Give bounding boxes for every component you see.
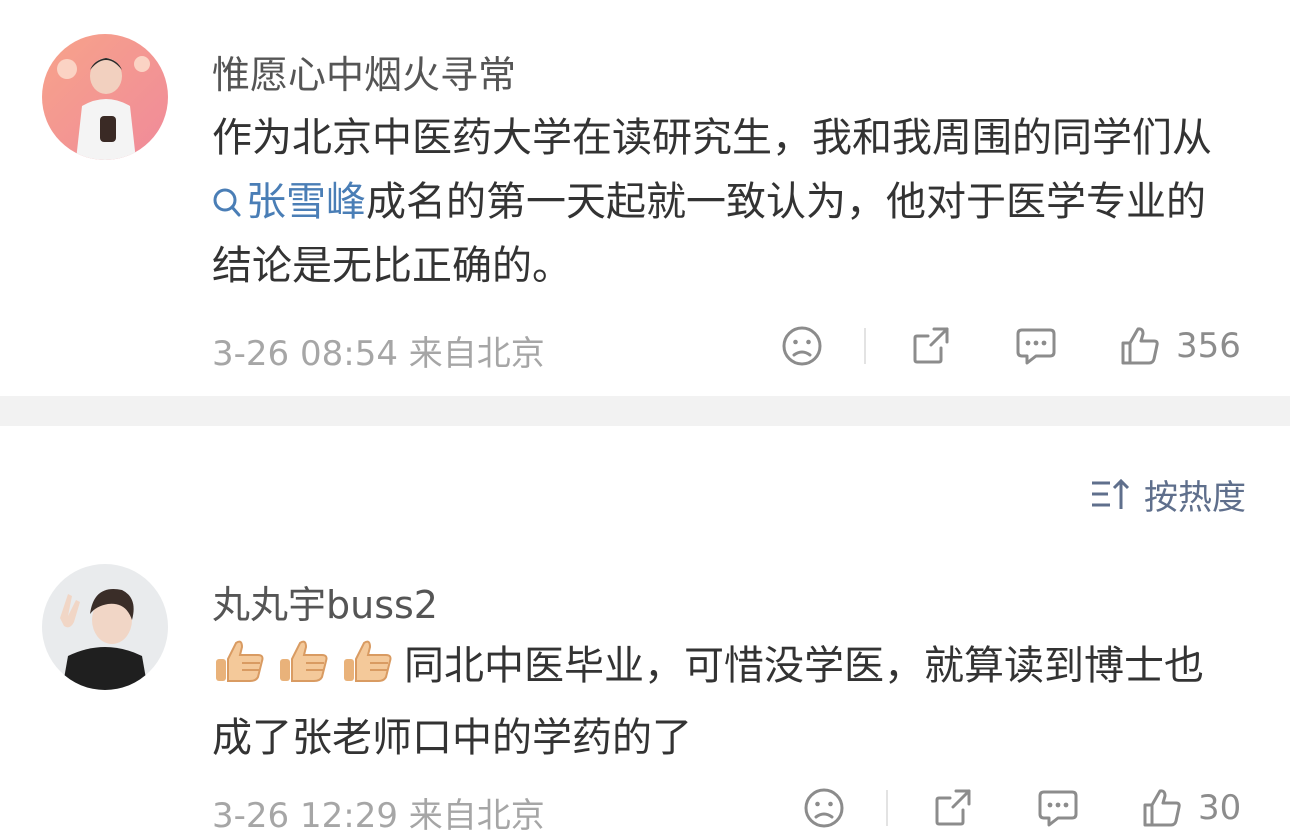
thumbs-up-emoji xyxy=(340,635,396,706)
sad-face-icon xyxy=(782,326,822,366)
share-button[interactable] xyxy=(932,786,974,828)
comment-bubble-icon xyxy=(1038,790,1078,827)
share-icon xyxy=(935,789,971,826)
avatar[interactable] xyxy=(42,564,168,690)
username[interactable]: 丸丸宇buss2 xyxy=(212,574,438,629)
comment-meta: 3-26 08:54 来自北京 xyxy=(212,334,545,374)
action-bar: 356 xyxy=(780,324,1260,368)
like-count: 356 xyxy=(1176,326,1241,366)
comment-text: 同北中医毕业，可惜没学医，就算读到博士也成了张老师口中的学药的了 xyxy=(212,634,1212,770)
thumbs-up-icon xyxy=(1143,789,1181,827)
topic-label: 张雪峰 xyxy=(246,179,366,225)
action-separator xyxy=(864,328,866,364)
sort-button[interactable]: 按热度 xyxy=(1090,470,1246,519)
comment-text: 作为北京中医药大学在读研究生，我和我周围的同学们从张雪峰成名的第一天起就一致认为… xyxy=(212,106,1212,298)
thumbs-up-emoji xyxy=(276,635,332,706)
like-button[interactable]: 356 xyxy=(1118,324,1241,368)
comment-bubble-icon xyxy=(1016,328,1056,365)
sad-face-icon xyxy=(804,788,844,828)
dislike-button[interactable] xyxy=(780,324,824,368)
comment-text-before: 作为北京中医药大学在读研究生，我和我周围的同学们从 xyxy=(212,115,1212,161)
like-button[interactable]: 30 xyxy=(1140,786,1241,830)
comment-button[interactable] xyxy=(1014,324,1058,368)
thumbs-up-emoji xyxy=(212,635,268,706)
sort-icon xyxy=(1092,478,1130,509)
share-button[interactable] xyxy=(910,324,952,366)
dislike-button[interactable] xyxy=(802,786,846,830)
topic-link[interactable]: 张雪峰 xyxy=(212,179,366,225)
sort-label: 按热度 xyxy=(1144,478,1246,518)
thumbs-up-icon xyxy=(1121,327,1159,365)
comment-item: 丸丸宇buss2 同北中医毕业，可惜没学医，就算读到博士也成了张老师口中的学药的… xyxy=(0,540,1290,836)
comment-item: 惟愿心中烟火寻常 作为北京中医药大学在读研究生，我和我周围的同学们从张雪峰成名的… xyxy=(0,0,1290,396)
avatar[interactable] xyxy=(42,34,168,160)
username[interactable]: 惟愿心中烟火寻常 xyxy=(212,44,516,99)
share-icon xyxy=(913,327,949,364)
search-icon xyxy=(213,188,241,217)
section-divider xyxy=(0,396,1290,426)
comment-button[interactable] xyxy=(1036,786,1080,830)
action-bar: 30 xyxy=(802,786,1262,830)
action-separator xyxy=(886,790,888,826)
like-count: 30 xyxy=(1198,788,1242,828)
